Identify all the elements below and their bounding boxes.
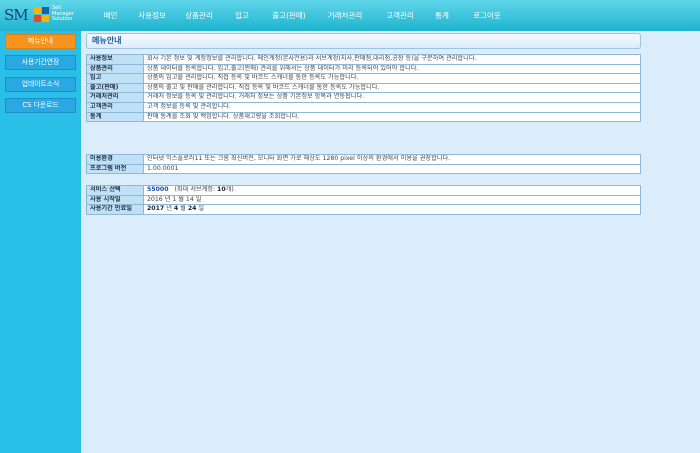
sidebar-menu-guide[interactable]: 메뉴안내	[5, 34, 76, 49]
menu-guide-table: 사용정보 회사 기본 정보 및 계정정보를 관리합니다. 메인계정(본사전용)과 …	[86, 54, 641, 123]
logo[interactable]: SM Sell Manager Solution	[4, 5, 84, 27]
row-value: 상품의 입고를 관리합니다. 직접 등록 및 바코드 스캐너를 통한 등록도 가…	[143, 73, 641, 84]
logo-squares-icon	[34, 7, 49, 22]
row-key: 고객관리	[86, 101, 144, 113]
start-date-value: 2016 년 1 월 14 일	[143, 194, 641, 206]
nav-stats[interactable]: 통계	[427, 0, 457, 31]
end-date-value: 2017 년 4 월 24 일	[143, 204, 641, 215]
sidebar: 메뉴안내 사용기간연장 업데이트소식 CS 다운로드	[0, 31, 81, 453]
row-value: 인터넷 익스플로러11 또는 크롬 최신버전, 모니터 화면 가로 해상도 12…	[143, 154, 641, 165]
table-row: 프로그램 버전 1.00.0001	[86, 163, 641, 175]
row-value: 1.00.0001	[143, 163, 641, 175]
sidebar-extend-period[interactable]: 사용기간연장	[5, 55, 76, 70]
table-row: 사용기간 만료일 2017 년 4 월 24 일	[86, 204, 641, 215]
page-title: 메뉴안내	[92, 36, 122, 45]
row-value: 회사 기본 정보 및 계정정보를 관리합니다. 메인계정(본사전용)과 서브계정…	[143, 54, 641, 65]
table-row: 이용환경 인터넷 익스플로러11 또는 크롬 최신버전, 모니터 화면 가로 해상…	[86, 154, 641, 165]
table-row: 입고 상품의 입고를 관리합니다. 직접 등록 및 바코드 스캐너를 통한 등록도…	[86, 73, 641, 84]
service-table: 서비스 선택 55000 (최대 서브계정: 10개) 사용 시작일 2016 …	[86, 185, 641, 215]
row-key: 입고	[86, 73, 144, 84]
row-key: 프로그램 버전	[86, 163, 144, 175]
nav-usage-info[interactable]: 사용정보	[129, 0, 175, 31]
nav-product[interactable]: 상품관리	[175, 0, 223, 31]
table-row: 서비스 선택 55000 (최대 서브계정: 10개)	[86, 185, 641, 196]
table-row: 상품관리 상품 데이터를 등록합니다. 입고,출고(판매) 관리를 위해서는 상품…	[86, 63, 641, 75]
row-value: 거래처 정보를 등록 및 관리합니다. 거래처 정보는 상품 기본정보 항목과 …	[143, 92, 641, 103]
row-value: 고객 정보를 등록 및 관리합니다.	[143, 101, 641, 113]
nav-inbound[interactable]: 입고	[223, 0, 261, 31]
top-bar: SM Sell Manager Solution 메인 사용정보 상품관리 입고…	[0, 0, 700, 31]
table-row: 사용 시작일 2016 년 1 월 14 일	[86, 194, 641, 206]
row-key: 사용정보	[86, 54, 144, 65]
nav-logout[interactable]: 로그아웃	[457, 0, 517, 31]
nav-outbound[interactable]: 출고(판매)	[261, 0, 317, 31]
nav-main[interactable]: 메인	[92, 0, 129, 31]
row-value: 상품 데이터를 등록합니다. 입고,출고(판매) 관리를 위해서는 상품 데이터…	[143, 63, 641, 75]
service-plan-value: 55000 (최대 서브계정: 10개)	[143, 185, 641, 196]
row-key: 출고(판매)	[86, 82, 144, 94]
row-key: 서비스 선택	[86, 185, 144, 196]
row-key: 상품관리	[86, 63, 144, 75]
table-row: 출고(판매) 상품의 출고 및 판매를 관리합니다. 직접 등록 및 바코드 스캐…	[86, 82, 641, 94]
row-key: 이용환경	[86, 154, 144, 165]
row-key: 거래처관리	[86, 92, 144, 103]
environment-table: 이용환경 인터넷 익스플로러11 또는 크롬 최신버전, 모니터 화면 가로 해상…	[86, 154, 641, 175]
row-key: 통계	[86, 111, 144, 123]
row-key: 사용기간 만료일	[86, 204, 144, 215]
logo-subtitle: Sell Manager Solution	[52, 5, 74, 22]
sidebar-cs-download[interactable]: CS 다운로드	[5, 98, 76, 113]
row-key: 사용 시작일	[86, 194, 144, 206]
nav-customer[interactable]: 고객관리	[373, 0, 427, 31]
nav-client[interactable]: 거래처관리	[317, 0, 373, 31]
table-row: 사용정보 회사 기본 정보 및 계정정보를 관리합니다. 메인계정(본사전용)과 …	[86, 54, 641, 65]
row-value: 판매 통계를 조회 및 백업합니다. 상품재고량을 조회합니다.	[143, 111, 641, 123]
row-value: 상품의 출고 및 판매를 관리합니다. 직접 등록 및 바코드 스캐너를 통한 …	[143, 82, 641, 94]
table-row: 거래처관리 거래처 정보를 등록 및 관리합니다. 거래처 정보는 상품 기본정보…	[86, 92, 641, 103]
table-row: 통계 판매 통계를 조회 및 백업합니다. 상품재고량을 조회합니다.	[86, 111, 641, 123]
logo-mark: SM	[4, 6, 29, 24]
sidebar-update-news[interactable]: 업데이트소식	[5, 77, 76, 92]
table-row: 고객관리 고객 정보를 등록 및 관리합니다.	[86, 101, 641, 113]
section-title: 메뉴안내	[86, 33, 641, 49]
main-nav: 메인 사용정보 상품관리 입고 출고(판매) 거래처관리 고객관리 통계 로그아…	[92, 0, 517, 31]
